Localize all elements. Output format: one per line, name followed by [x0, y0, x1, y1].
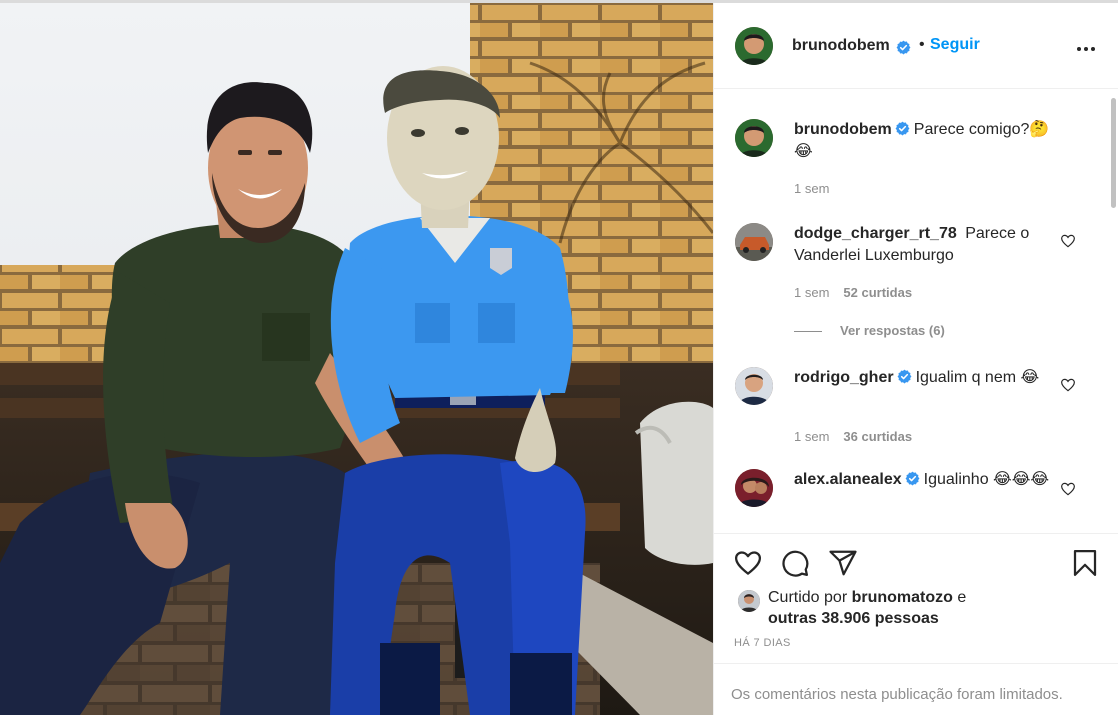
author-username[interactable]: brunodobem	[792, 37, 890, 55]
comment-icon[interactable]	[780, 548, 810, 578]
post-photo[interactable]	[0, 3, 713, 715]
verified-badge-icon	[896, 40, 911, 55]
comment-likes[interactable]: 36 curtidas	[843, 429, 912, 444]
like-comment-heart-icon[interactable]	[1060, 377, 1076, 393]
bookmark-icon[interactable]	[1070, 548, 1100, 578]
comment-text: Igualinho 😂😂😂	[923, 471, 1050, 488]
more-options-icon[interactable]	[1074, 37, 1098, 61]
comments-list[interactable]: brunodobem Parece comigo?🤔😂 1 sem dodge_…	[714, 90, 1118, 533]
comment-meta: 1 sem 36 curtidas	[794, 429, 912, 444]
liked-by-section: Curtido por brunomatozo e outras 38.906 …	[714, 585, 1118, 633]
liked-by-prefix: Curtido por	[768, 589, 848, 606]
comment-text-block: dodge_charger_rt_78 Parece o Vanderlei L…	[794, 223, 1056, 267]
verified-badge-icon	[895, 121, 910, 136]
comment-likes[interactable]: 52 curtidas	[843, 285, 912, 300]
post-image	[0, 3, 713, 715]
comment-meta: 1 sem 52 curtidas	[794, 285, 912, 300]
like-comment-heart-icon[interactable]	[1060, 481, 1076, 497]
caption-avatar[interactable]	[735, 119, 773, 157]
liked-by-others[interactable]: outras 38.906 pessoas	[768, 610, 939, 627]
author-avatar[interactable]	[735, 27, 773, 65]
caption-time[interactable]: 1 sem	[794, 181, 829, 196]
action-bar	[714, 533, 1118, 581]
commenter-avatar[interactable]	[735, 223, 773, 261]
view-replies-button[interactable]: Ver respostas (6)	[794, 323, 945, 338]
comments-limited-text: Os comentários nesta publicação foram li…	[731, 686, 1063, 703]
post-timestamp[interactable]: HÁ 7 DIAS	[734, 637, 791, 649]
caption-username[interactable]: brunodobem	[794, 121, 892, 138]
like-comment-heart-icon[interactable]	[1060, 233, 1076, 249]
comment-username[interactable]: rodrigo_gher	[794, 369, 894, 386]
commenter-avatar[interactable]	[735, 469, 773, 507]
share-icon[interactable]	[828, 548, 858, 578]
comment-time[interactable]: 1 sem	[794, 285, 829, 300]
comment-text: Igualim q nem 😂	[915, 369, 1040, 386]
replies-line	[794, 331, 822, 333]
comment-text-block: alex.alanealex Igualinho 😂😂😂	[794, 469, 1056, 491]
liked-by-user[interactable]: brunomatozo	[852, 589, 953, 606]
comments-limited-notice: Os comentários nesta publicação foram li…	[714, 663, 1118, 715]
liked-by-conjunction: e	[957, 589, 967, 606]
caption-meta: 1 sem	[794, 181, 829, 196]
commenter-avatar[interactable]	[735, 367, 773, 405]
heart-icon[interactable]	[733, 548, 763, 578]
verified-badge-icon	[905, 471, 920, 486]
header-separator: •	[919, 36, 925, 53]
comments-scrollbar[interactable]	[1111, 98, 1116, 208]
view-replies-label: Ver respostas (6)	[840, 323, 945, 338]
comment-time[interactable]: 1 sem	[794, 429, 829, 444]
comment-username[interactable]: dodge_charger_rt_78	[794, 225, 957, 242]
caption-text-block: brunodobem Parece comigo?🤔😂	[794, 119, 1056, 163]
instagram-post: brunodobem • Seguir brunodobem Parece co…	[0, 0, 1118, 715]
liked-by-text: Curtido por brunomatozo e outras 38.906 …	[768, 587, 1098, 629]
comment-text-block: rodrigo_gher Igualim q nem 😂	[794, 367, 1056, 389]
comment-username[interactable]: alex.alanealex	[794, 471, 902, 488]
follow-button[interactable]: Seguir	[930, 36, 980, 54]
post-side-panel: brunodobem • Seguir brunodobem Parece co…	[713, 3, 1118, 715]
liker-avatar[interactable]	[738, 590, 760, 612]
post-header: brunodobem • Seguir	[714, 3, 1118, 89]
verified-badge-icon	[897, 369, 911, 384]
